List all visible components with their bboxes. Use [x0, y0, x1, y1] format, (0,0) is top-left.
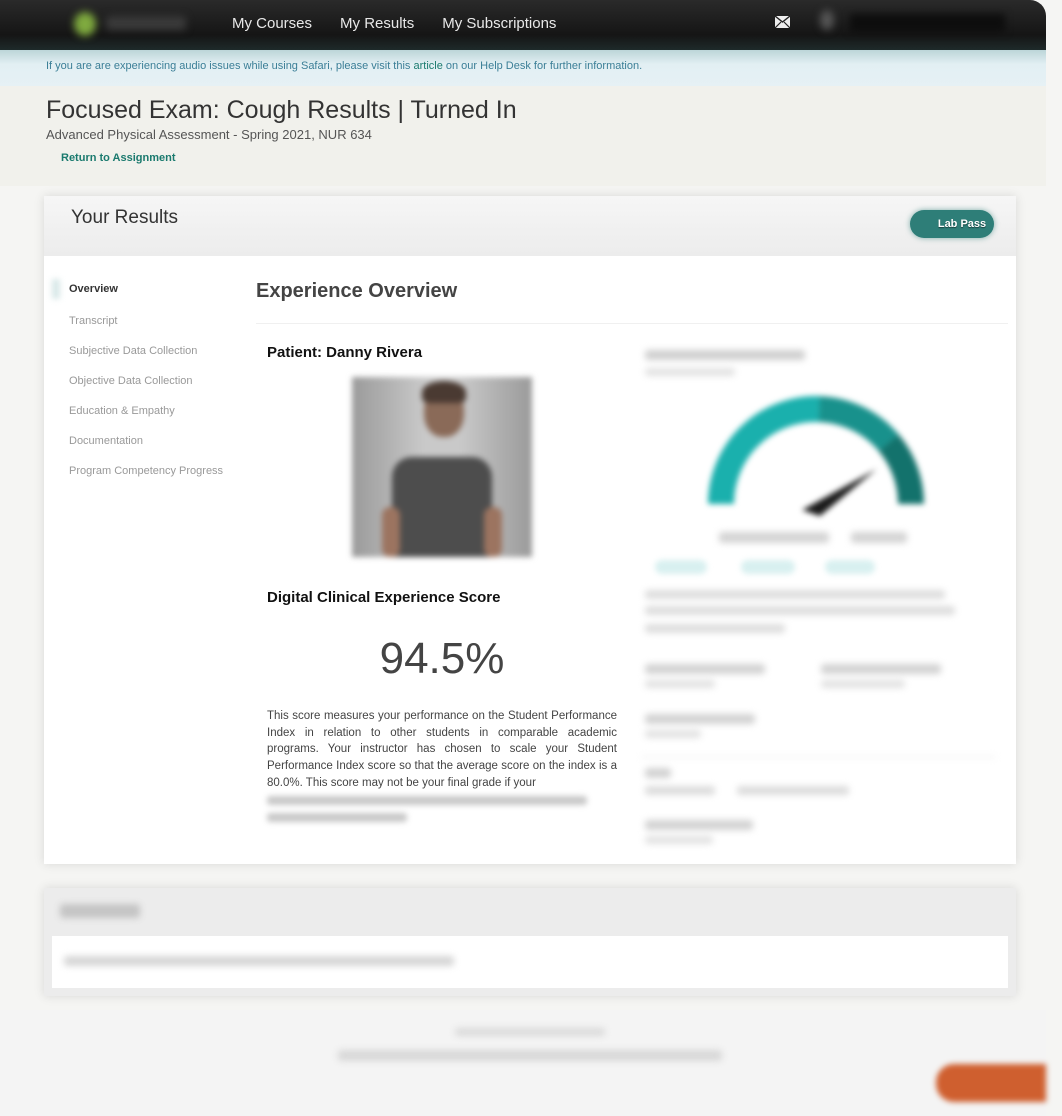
score-description-blurred [267, 795, 617, 822]
course-subtitle: Advanced Physical Assessment - Spring 20… [46, 127, 372, 142]
nav-my-subscriptions[interactable]: My Subscriptions [442, 15, 556, 32]
gauge-label-blurred [719, 532, 829, 543]
nav-my-results[interactable]: My Results [340, 15, 414, 32]
gauge-segment-low [708, 396, 820, 505]
comments-text-blurred [64, 956, 454, 966]
results-title: Your Results [71, 207, 179, 228]
legend-pill-2 [741, 560, 795, 574]
dce-score-value: 94.5% [379, 634, 505, 683]
notice-text-before: If you are are experiencing audio issues… [46, 60, 414, 72]
page-header: Focused Exam: Cough Results | Turned In … [0, 86, 1046, 186]
logo-icon [74, 12, 96, 36]
user-avatar[interactable] [820, 10, 834, 30]
page-title: Focused Exam: Cough Results | Turned In [46, 96, 517, 124]
brand-logo[interactable] [62, 4, 202, 42]
results-card: Your Results Lab Pass Overview Transcrip… [44, 196, 1016, 864]
nav-my-courses[interactable]: My Courses [232, 15, 312, 32]
gauge-segment-high [878, 434, 925, 505]
gauge-segment-mid [818, 396, 899, 452]
footer [0, 1010, 1046, 1116]
sidebar-item-subjective-data-collection[interactable]: Subjective Data Collection [52, 336, 246, 366]
sidebar-item-objective-data-collection[interactable]: Objective Data Collection [52, 366, 246, 396]
nav-links: My Courses My Results My Subscriptions [232, 15, 556, 32]
envelope-icon[interactable] [775, 16, 790, 28]
sidebar-item-documentation[interactable]: Documentation [52, 426, 246, 456]
user-menu-blurred[interactable] [850, 14, 1005, 32]
notice-article-link[interactable]: article [413, 60, 442, 72]
dce-score-description: This score measures your performance on … [267, 710, 617, 789]
patient-photo [352, 377, 532, 557]
sidebar-item-transcript[interactable]: Transcript [52, 306, 246, 336]
overview-left-column: Patient: Danny Rivera Digital Clinical E… [267, 344, 617, 830]
experience-overview-title: Experience Overview [256, 272, 1008, 324]
logo-text-blurred [106, 16, 186, 30]
dce-score-title: Digital Clinical Experience Score [267, 589, 501, 606]
top-navigation: My Courses My Results My Subscriptions [0, 0, 1046, 50]
help-button[interactable] [936, 1064, 1046, 1102]
comments-card [44, 888, 1016, 996]
overview-main: Experience Overview Patient: Danny River… [256, 272, 1008, 844]
gauge-value-blurred [851, 532, 907, 543]
footer-copyright-blurred [455, 1028, 605, 1036]
sidebar-item-education-empathy[interactable]: Education & Empathy [52, 396, 246, 426]
safari-audio-notice: If you are are experiencing audio issues… [0, 50, 1046, 86]
patient-name: Patient: Danny Rivera [267, 344, 423, 361]
performance-index-panel [641, 344, 996, 864]
legend-pill-3 [825, 560, 875, 574]
notice-text-after: on our Help Desk for further information… [442, 60, 643, 72]
legend-pill-1 [655, 560, 707, 574]
performance-gauge [708, 396, 925, 516]
footer-links-blurred[interactable] [338, 1050, 722, 1061]
comments-body [52, 936, 1008, 988]
gauge-needle [802, 469, 877, 516]
results-sidebar: Overview Transcript Subjective Data Coll… [52, 272, 246, 486]
return-to-assignment-link[interactable]: Return to Assignment [61, 152, 176, 164]
lab-pass-button[interactable]: Lab Pass [910, 210, 994, 238]
results-header: Your Results Lab Pass [44, 196, 1016, 256]
sidebar-item-overview[interactable]: Overview [52, 272, 246, 306]
sidebar-item-program-competency-progress[interactable]: Program Competency Progress [52, 456, 246, 486]
panel-title-blurred [645, 350, 805, 360]
comments-header [44, 888, 1016, 934]
comments-title-blurred [60, 904, 140, 918]
